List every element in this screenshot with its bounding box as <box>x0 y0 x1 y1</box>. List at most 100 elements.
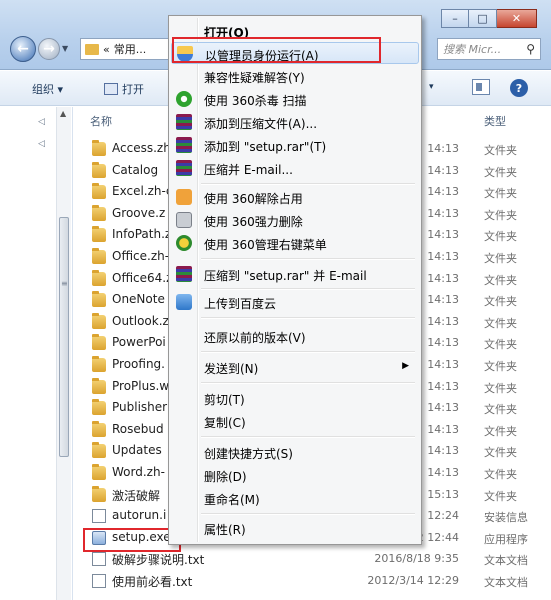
file-type: 文件夹 <box>484 165 517 179</box>
menu-item-unlock-360[interactable]: 使用 360解除占用 <box>171 186 419 208</box>
column-header-name[interactable]: 名称 <box>90 113 112 129</box>
winrar-icon <box>176 114 192 130</box>
open-icon <box>104 83 118 95</box>
menu-item-force-delete-360[interactable]: 使用 360强力删除 <box>171 209 419 231</box>
folder-icon <box>92 291 106 308</box>
file-type: 文件夹 <box>484 489 517 503</box>
search-input[interactable]: 搜索 Micr... ⚲ <box>437 38 541 60</box>
search-placeholder: 搜索 Micr... <box>443 43 502 56</box>
menu-item-shortcut[interactable]: 创建快捷方式(S) <box>171 441 419 463</box>
menu-item-add-archive[interactable]: 添加到压缩文件(A)... <box>171 111 419 133</box>
menu-item-delete[interactable]: 删除(D) <box>171 464 419 486</box>
menu-separator <box>201 317 415 319</box>
file-name: Office64.z <box>112 270 173 285</box>
window-controls: – □ ✕ <box>441 9 537 28</box>
file-type: 文件夹 <box>484 381 517 395</box>
text-file-icon <box>92 552 106 567</box>
forward-button[interactable]: → <box>38 38 60 60</box>
file-type: 文件夹 <box>484 230 517 244</box>
maximize-button[interactable]: □ <box>469 9 497 28</box>
file-name: Excel.zh-c <box>112 184 173 199</box>
folder-icon <box>92 312 106 329</box>
close-button[interactable]: ✕ <box>497 9 537 28</box>
folder-icon <box>92 442 106 459</box>
folder-icon <box>92 356 106 372</box>
menu-item-properties[interactable]: 属性(R) <box>171 517 419 539</box>
preview-pane-icon[interactable] <box>472 79 490 95</box>
nav-scrollbar[interactable]: ▲ ≡ <box>56 107 71 600</box>
submenu-arrow-icon: ▶ <box>402 361 409 371</box>
menu-item-copy[interactable]: 复制(C) <box>171 410 419 432</box>
organize-button[interactable]: 组织 ▾ <box>32 81 63 97</box>
file-type: 应用程序 <box>484 532 528 546</box>
folder-icon <box>92 204 106 221</box>
folder-icon <box>92 377 106 394</box>
folder-icon <box>92 226 106 243</box>
file-name: Office.zh- <box>112 249 170 263</box>
file-type: 文件夹 <box>484 338 517 352</box>
file-type: 文件夹 <box>484 187 517 201</box>
back-button[interactable]: ← <box>10 36 36 62</box>
minimize-button[interactable]: – <box>441 9 469 28</box>
menu-item-send-to[interactable]: 发送到(N) ▶ <box>171 356 419 378</box>
scroll-up-icon[interactable]: ▲ <box>60 109 66 118</box>
help-button[interactable]: ? <box>510 79 528 97</box>
file-name: Rosebud <box>112 421 164 436</box>
file-name: ProPlus.w <box>112 378 170 393</box>
file-name: InfoPath.z <box>112 227 172 242</box>
scroll-thumb[interactable] <box>59 217 69 457</box>
file-name: Word.zh- <box>112 465 165 479</box>
history-dropdown-icon[interactable]: ▼ <box>62 44 68 53</box>
tree-node-icon[interactable]: ◁ <box>38 139 45 149</box>
menu-separator <box>201 513 415 515</box>
menu-item-compress-email[interactable]: 压缩并 E-mail... <box>171 157 419 179</box>
menu-item-scan-360[interactable]: 使用 360杀毒 扫描 <box>171 88 419 110</box>
file-name: 破解步骤说明.txt <box>112 553 205 568</box>
arrow-left-icon: ← <box>17 41 29 57</box>
menu-separator <box>201 382 415 384</box>
file-type: 文件夹 <box>484 468 517 481</box>
column-header-type[interactable]: 类型 <box>484 113 506 129</box>
folder-icon <box>92 183 106 200</box>
file-type: 文本文档 <box>484 554 528 568</box>
folder-icon <box>92 248 106 264</box>
file-type: 文件夹 <box>484 144 517 157</box>
open-button[interactable]: 打开 <box>104 81 144 97</box>
menu-item-rar-email[interactable]: 压缩到 "setup.rar" 并 E-mail <box>171 263 419 285</box>
file-row[interactable]: 使用前必看.txt 2012/3/14 12:29 文本文档 <box>74 571 551 592</box>
menu-separator <box>201 288 415 290</box>
menu-item-upload-baidu[interactable]: 上传到百度云 <box>171 291 419 313</box>
views-dropdown-icon[interactable]: ▾ <box>429 82 434 92</box>
menu-separator <box>201 436 415 438</box>
file-type: 文件夹 <box>484 208 517 222</box>
setup-highlight-box <box>83 528 181 552</box>
menu-item-menu-mgr-360[interactable]: 使用 360管理右键菜单 <box>171 232 419 254</box>
file-name: 使用前必看.txt <box>112 575 193 589</box>
run-as-admin-highlight-box <box>172 37 381 63</box>
search-icon[interactable]: ⚲ <box>526 42 535 56</box>
file-type: 文件夹 <box>484 252 517 265</box>
file-type: 文本文档 <box>484 576 528 589</box>
menu-item-cut[interactable]: 剪切(T) <box>171 387 419 409</box>
address-bar[interactable]: « 常用... <box>80 38 170 60</box>
tree-node-icon[interactable]: ◁ <box>38 117 45 127</box>
unlock-icon <box>176 189 192 205</box>
folder-icon <box>92 334 106 351</box>
folder-icon <box>92 399 106 416</box>
file-name: 激活破解 <box>112 488 161 503</box>
address-path: 常用... <box>113 43 147 56</box>
folder-icon <box>92 485 106 502</box>
file-type: 文件夹 <box>484 273 517 287</box>
menu-item-compat[interactable]: 兼容性疑难解答(Y) <box>171 65 419 87</box>
winrar-icon <box>176 137 192 153</box>
menu-separator <box>201 351 415 353</box>
file-type: 安装信息 <box>484 511 528 525</box>
menu-item-restore[interactable]: 还原以前的版本(V) <box>171 325 419 347</box>
file-row[interactable]: 破解步骤说明.txt 2016/8/18 9:35 文本文档 <box>74 549 551 570</box>
folder-icon <box>92 464 106 480</box>
menu-item-add-rar[interactable]: 添加到 "setup.rar"(T) <box>171 134 419 156</box>
menu-item-rename[interactable]: 重命名(M) <box>171 487 419 509</box>
file-type: 文件夹 <box>484 316 517 330</box>
arrow-right-icon: → <box>43 41 55 57</box>
file-name: Catalog <box>112 162 159 177</box>
